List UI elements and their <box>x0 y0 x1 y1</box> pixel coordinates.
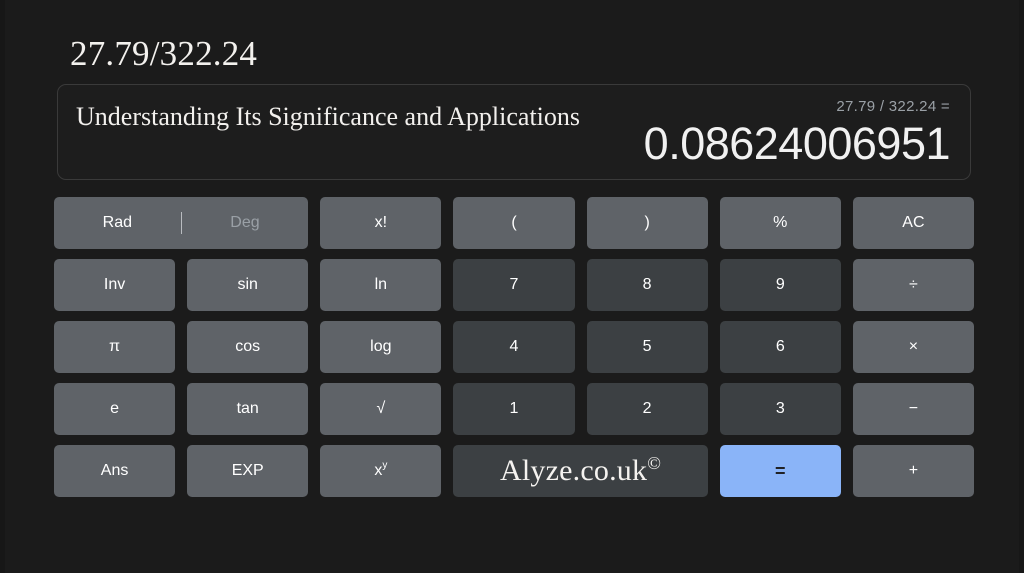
key-subtract[interactable]: − <box>852 383 974 435</box>
key-label: √ <box>376 400 386 417</box>
key-percent[interactable]: % <box>719 197 841 249</box>
key-label: × <box>908 338 919 355</box>
key-label: 6 <box>775 338 785 355</box>
left-letterbox-strip <box>0 0 5 573</box>
key-euler[interactable]: e <box>54 383 176 435</box>
key-paren-open[interactable]: ( <box>453 197 575 249</box>
key-label: 3 <box>775 400 785 417</box>
key-label: x <box>374 462 383 479</box>
key-paren-close[interactable]: ) <box>586 197 708 249</box>
key-label: sin <box>237 276 258 293</box>
calculator-display: Understanding Its Significance and Appli… <box>57 84 971 180</box>
key-inverse[interactable]: Inv <box>54 259 176 311</box>
key-label: ) <box>644 214 650 231</box>
display-result: 0.08624006951 <box>643 118 951 169</box>
key-digit-7[interactable]: 7 <box>453 259 575 311</box>
key-label: ln <box>374 276 388 293</box>
key-add[interactable]: + <box>852 445 974 497</box>
key-digit-2[interactable]: 2 <box>586 383 708 435</box>
key-label: cos <box>235 338 261 355</box>
key-equals[interactable]: = <box>719 445 841 497</box>
key-label: = <box>775 460 786 481</box>
key-label: 5 <box>642 338 652 355</box>
key-label: 4 <box>509 338 519 355</box>
mode-option-rad[interactable]: Rad <box>54 214 181 232</box>
key-tangent[interactable]: tan <box>187 383 309 435</box>
key-digit-9[interactable]: 9 <box>719 259 841 311</box>
key-label: + <box>908 462 919 479</box>
key-natural-log[interactable]: ln <box>320 259 442 311</box>
key-label: π <box>109 338 121 355</box>
site-watermark: Alyze.co.uk© <box>500 454 661 488</box>
key-label: EXP <box>231 462 264 479</box>
key-label: % <box>773 214 788 231</box>
key-digit-4[interactable]: 4 <box>453 321 575 373</box>
key-cosine[interactable]: cos <box>187 321 309 373</box>
key-label: log <box>370 338 392 355</box>
key-multiply[interactable]: × <box>852 321 974 373</box>
key-sqrt[interactable]: √ <box>320 383 442 435</box>
key-label: Inv <box>103 276 126 293</box>
key-label: ÷ <box>909 276 918 293</box>
key-label: 7 <box>509 276 519 293</box>
key-log[interactable]: log <box>320 321 442 373</box>
key-label: Ans <box>100 462 129 479</box>
watermark-overlay: Alyze.co.uk© <box>453 445 708 497</box>
key-power[interactable]: xy <box>320 445 442 497</box>
key-label: ( <box>511 214 517 231</box>
key-sine[interactable]: sin <box>187 259 309 311</box>
page-title: 27.79/322.24 <box>70 34 258 73</box>
key-answer[interactable]: Ans <box>54 445 176 497</box>
mode-option-deg[interactable]: Deg <box>182 214 309 232</box>
key-exponent[interactable]: EXP <box>187 445 309 497</box>
key-digit-8[interactable]: 8 <box>586 259 708 311</box>
key-pi[interactable]: π <box>54 321 176 373</box>
key-label: − <box>908 400 919 417</box>
key-label: 9 <box>775 276 785 293</box>
key-digit-1[interactable]: 1 <box>453 383 575 435</box>
key-factorial[interactable]: x! <box>320 197 442 249</box>
key-label: 8 <box>642 276 652 293</box>
mode-toggle[interactable]: Rad Deg <box>54 197 309 249</box>
key-label: tan <box>236 400 259 417</box>
page-subtitle: Understanding Its Significance and Appli… <box>76 102 581 131</box>
right-letterbox-strip <box>1019 0 1024 573</box>
key-label: e <box>110 400 120 417</box>
key-label: x! <box>374 214 388 231</box>
key-digit-5[interactable]: 5 <box>586 321 708 373</box>
watermark-text: Alyze.co.uk <box>500 454 648 487</box>
key-digit-6[interactable]: 6 <box>719 321 841 373</box>
key-digit-3[interactable]: 3 <box>719 383 841 435</box>
display-expression: 27.79 / 322.24 = <box>836 98 950 115</box>
key-divide[interactable]: ÷ <box>852 259 974 311</box>
key-label: 1 <box>509 400 519 417</box>
key-label: AC <box>902 214 925 231</box>
copyright-icon: © <box>647 453 662 473</box>
calculator-page: 27.79/322.24 Understanding Its Significa… <box>0 0 1024 573</box>
calculator-keypad: Rad Deg x! ()% AC Inv sin ln 7 8 9 ÷ π cos log 4 5 6 × e tan… <box>54 197 974 497</box>
key-all-clear[interactable]: AC <box>852 197 974 249</box>
key-label: 2 <box>642 400 652 417</box>
key-superscript: y <box>382 460 388 471</box>
